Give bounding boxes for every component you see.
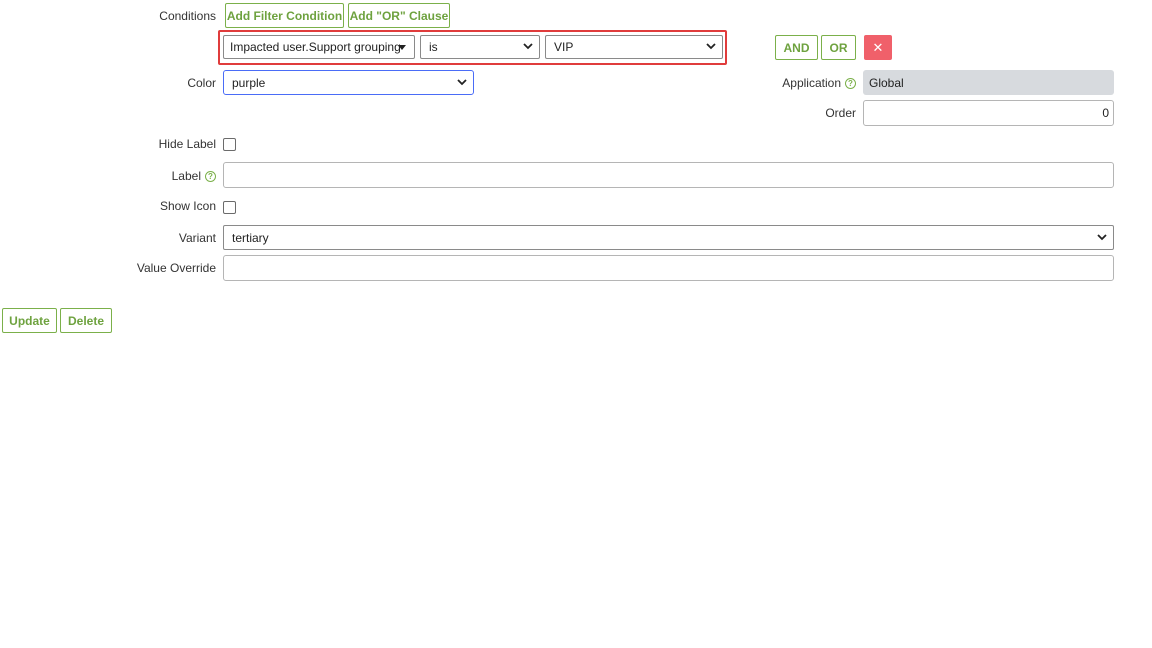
condition-operator-value: is [429,40,438,54]
hide-label-checkbox[interactable] [223,138,236,151]
help-icon[interactable]: ? [845,78,856,89]
application-field: Global [863,70,1114,95]
value-override-input[interactable] [223,255,1114,281]
value-override-label: Value Override [136,261,216,275]
label-field-label-text: Label [171,169,201,183]
show-icon-checkbox[interactable] [223,201,236,214]
add-or-clause-button[interactable]: Add "OR" Clause [348,3,450,28]
color-select[interactable]: purple [223,70,474,95]
caret-down-icon [398,45,406,50]
application-value: Global [869,75,904,90]
add-filter-condition-button[interactable]: Add Filter Condition [225,3,344,28]
remove-condition-button[interactable]: ✕ [864,35,892,60]
condition-field-value: Impacted user.Support grouping [230,40,401,54]
label-input[interactable] [223,162,1114,188]
chevron-down-icon [523,43,533,50]
order-value: 0 [1102,106,1109,120]
chevron-down-icon [706,43,716,50]
show-icon-label: Show Icon [159,199,216,213]
delete-button[interactable]: Delete [60,308,112,333]
update-button[interactable]: Update [2,308,57,333]
condition-field-select[interactable]: Impacted user.Support grouping [223,35,415,59]
color-value: purple [232,75,266,90]
condition-value-value: VIP [554,40,574,54]
order-input[interactable]: 0 [863,100,1114,126]
close-icon: ✕ [872,39,884,55]
application-label-text: Application [782,76,841,90]
variant-label: Variant [178,231,216,245]
hide-label-label: Hide Label [158,137,216,151]
conditions-label: Conditions [159,9,216,23]
application-label: Application? [740,75,856,91]
chevron-down-icon [457,78,467,85]
label-field-label: Label? [120,168,216,184]
help-icon[interactable]: ? [205,171,216,182]
color-label: Color [187,76,216,90]
order-label: Order [825,106,856,120]
chevron-down-icon [1097,233,1107,240]
and-button[interactable]: AND [775,35,818,60]
or-button[interactable]: OR [821,35,856,60]
condition-operator-select[interactable]: is [420,35,540,59]
variant-select[interactable]: tertiary [223,225,1114,250]
condition-value-select[interactable]: VIP [545,35,723,59]
variant-value: tertiary [232,230,269,245]
